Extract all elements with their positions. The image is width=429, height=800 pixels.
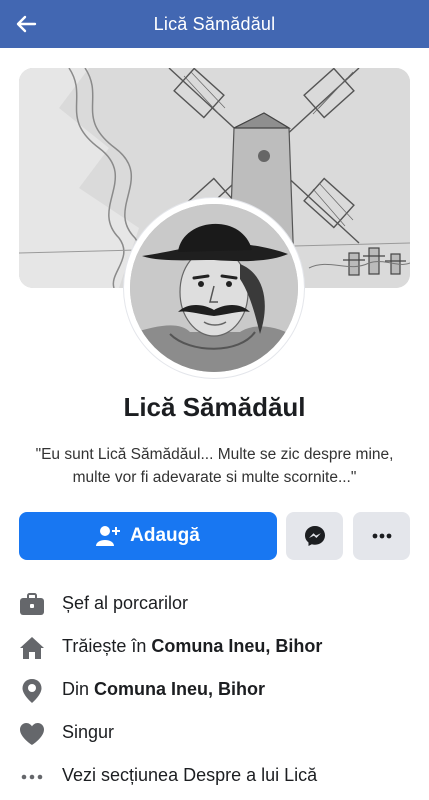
from-place-link[interactable]: Comuna Ineu, Bihor bbox=[94, 679, 265, 699]
info-from: Din Comuna Ineu, Bihor bbox=[0, 669, 429, 712]
lives-place-link[interactable]: Comuna Ineu, Bihor bbox=[151, 636, 322, 656]
add-friend-label: Adaugă bbox=[130, 525, 200, 546]
profile-bio: "Eu sunt Lică Sămădăul... Multe se zic d… bbox=[35, 446, 394, 486]
relationship-text: Singur bbox=[62, 722, 115, 742]
portrait-drawing bbox=[130, 204, 298, 372]
messenger-button[interactable] bbox=[286, 512, 343, 560]
more-options-button[interactable] bbox=[353, 512, 410, 560]
profile-avatar[interactable] bbox=[124, 198, 304, 378]
location-pin-icon bbox=[18, 677, 46, 705]
more-dots-icon bbox=[18, 763, 46, 791]
profile-name: Lică Sămădăul bbox=[123, 392, 306, 422]
add-friend-icon bbox=[96, 525, 121, 547]
messenger-icon bbox=[304, 526, 325, 546]
heart-icon bbox=[18, 720, 46, 748]
intro-list: Șef al porcarilor Trăiește în Comuna Ine… bbox=[0, 583, 429, 798]
work-text: Șef al porcarilor bbox=[62, 593, 189, 613]
see-about-text: Vezi secțiunea Despre a lui Lică bbox=[62, 765, 318, 785]
lives-prefix: Trăiește în bbox=[62, 636, 152, 656]
info-relationship: Singur bbox=[0, 712, 429, 755]
top-bar: Lică Sămădăul bbox=[0, 0, 429, 48]
from-prefix: Din bbox=[62, 679, 95, 699]
info-work: Șef al porcarilor bbox=[0, 583, 429, 626]
add-friend-button[interactable]: Adaugă bbox=[19, 512, 277, 560]
back-button[interactable] bbox=[10, 8, 42, 40]
page-title: Lică Sămădăul bbox=[153, 13, 276, 34]
info-lives-in: Trăiește în Comuna Ineu, Bihor bbox=[0, 626, 429, 669]
see-about-link[interactable]: Vezi secțiunea Despre a lui Lică bbox=[0, 755, 429, 798]
arrow-left-icon bbox=[16, 15, 37, 33]
home-icon bbox=[18, 634, 46, 662]
briefcase-icon bbox=[18, 591, 46, 619]
more-dots-icon bbox=[372, 533, 391, 539]
